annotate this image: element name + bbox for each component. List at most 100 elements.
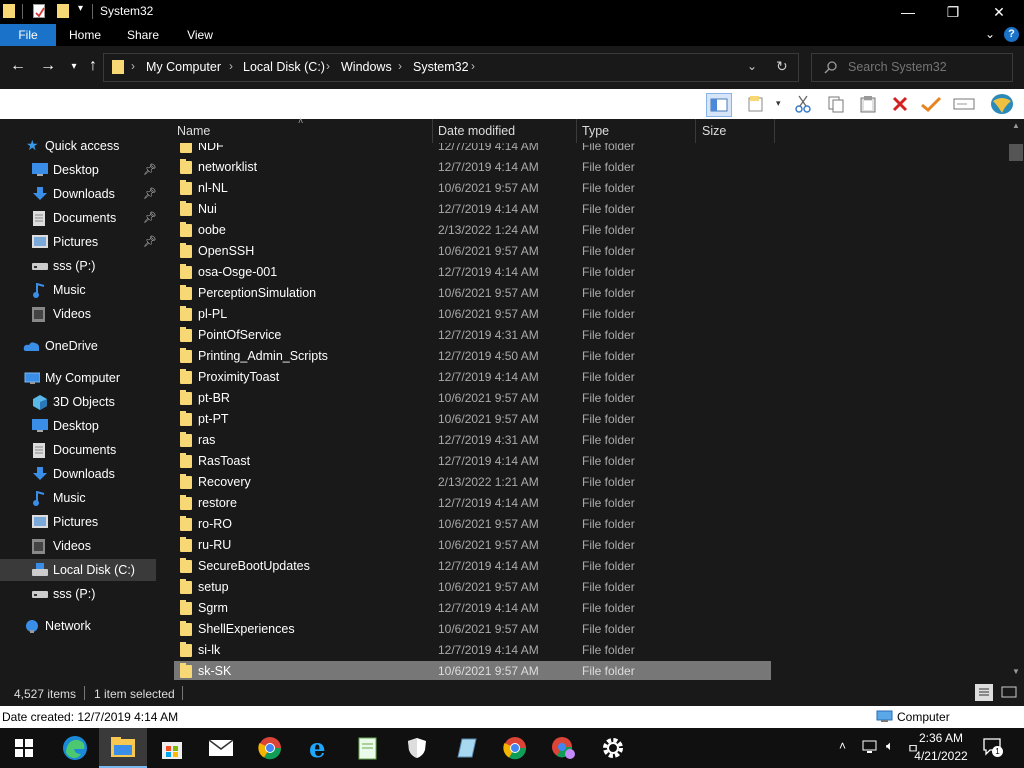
sidebar-item-pc-local-disk-c[interactable]: Local Disk (C:): [0, 559, 156, 581]
internet-explorer-icon[interactable]: e: [295, 728, 343, 768]
checkmark-icon[interactable]: [919, 93, 943, 115]
sidebar-item-pc-music[interactable]: Music: [0, 487, 156, 509]
volume-icon[interactable]: 🔈︎: [886, 738, 894, 754]
column-header-type[interactable]: Type: [582, 124, 609, 138]
table-row[interactable]: OpenSSH 10/6/2021 9:57 AM File folder: [174, 241, 771, 262]
table-row[interactable]: Sgrm 12/7/2019 4:14 AM File folder: [174, 598, 771, 619]
table-row[interactable]: ras 12/7/2019 4:31 AM File folder: [174, 430, 771, 451]
paste-icon[interactable]: [856, 93, 880, 115]
breadcrumb-local-disk[interactable]: Local Disk (C:): [243, 60, 325, 74]
file-explorer-icon[interactable]: [99, 728, 147, 768]
breadcrumb-separator-icon[interactable]: ›: [326, 59, 330, 73]
sidebar-item-pc-downloads[interactable]: Downloads: [0, 463, 156, 485]
clock-date[interactable]: 4/21/2022: [910, 749, 972, 763]
globe-icon[interactable]: [990, 93, 1014, 115]
tab-file[interactable]: File: [0, 24, 56, 46]
table-row[interactable]: sk-SK 10/6/2021 9:57 AM File folder: [174, 661, 771, 682]
tab-share[interactable]: Share: [120, 24, 166, 46]
table-row[interactable]: Printing_Admin_Scripts 12/7/2019 4:50 AM F…: [174, 346, 771, 367]
column-header-size[interactable]: Size: [702, 124, 726, 138]
sidebar-item-quick-downloads[interactable]: Downloads 📌︎: [0, 183, 157, 205]
preview-pane-icon[interactable]: [706, 93, 732, 117]
table-row[interactable]: PointOfService 12/7/2019 4:31 AM File fold…: [174, 325, 771, 346]
delete-icon[interactable]: [888, 93, 912, 115]
clock-time[interactable]: 2:36 AM: [917, 731, 965, 745]
table-row[interactable]: restore 12/7/2019 4:14 AM File folder: [174, 493, 771, 514]
chrome-icon[interactable]: [246, 728, 294, 768]
tab-view[interactable]: View: [178, 24, 222, 46]
store-icon[interactable]: [148, 728, 196, 768]
table-row[interactable]: ProximityToast 12/7/2019 4:14 AM File fold…: [174, 367, 771, 388]
table-row[interactable]: osa-Osge-001 12/7/2019 4:14 AM File folder: [174, 262, 771, 283]
cut-icon[interactable]: [791, 93, 815, 115]
sidebar-item-pc-sss-p[interactable]: sss (P:): [0, 583, 156, 605]
table-row[interactable]: setup 10/6/2021 9:57 AM File folder: [174, 577, 771, 598]
breadcrumb-my-computer[interactable]: My Computer: [146, 60, 221, 74]
forward-arrow-icon[interactable]: →: [38, 54, 58, 78]
refresh-icon[interactable]: ↻: [776, 58, 788, 75]
breadcrumb-separator-icon[interactable]: ›: [398, 59, 402, 73]
sidebar-item-pc-documents[interactable]: Documents: [0, 439, 156, 461]
show-hidden-icons-chevron-icon[interactable]: ˄: [839, 739, 846, 753]
notepad-icon[interactable]: [442, 728, 490, 768]
table-row[interactable]: Nui 12/7/2019 4:14 AM File folder: [174, 199, 771, 220]
column-divider[interactable]: [432, 119, 433, 143]
breadcrumb-separator-icon[interactable]: ›: [131, 59, 135, 73]
table-row[interactable]: si-lk 12/7/2019 4:14 AM File folder: [174, 640, 771, 661]
expand-ribbon-chevron-icon[interactable]: ⌄: [985, 27, 995, 41]
sidebar-item-pc-pictures[interactable]: Pictures: [0, 511, 156, 533]
properties-icon[interactable]: [33, 4, 45, 18]
pin-icon[interactable]: 📌︎: [143, 235, 157, 248]
table-row[interactable]: pl-PL 10/6/2021 9:57 AM File folder: [174, 304, 771, 325]
table-row[interactable]: pt-BR 10/6/2021 9:57 AM File folder: [174, 388, 771, 409]
sidebar-item-pc-videos[interactable]: Videos: [0, 535, 156, 557]
recent-locations-chevron-icon[interactable]: ▾: [64, 54, 84, 78]
pin-icon[interactable]: 📌︎: [143, 163, 157, 176]
dropdown-chevron-icon[interactable]: ▾: [776, 98, 781, 109]
search-input[interactable]: [846, 59, 1000, 75]
chrome-profile-icon[interactable]: [540, 728, 588, 768]
breadcrumb-separator-icon[interactable]: ›: [471, 59, 475, 73]
back-arrow-icon[interactable]: ←: [8, 54, 28, 78]
table-row[interactable]: PerceptionSimulation 10/6/2021 9:57 AM Fil…: [174, 283, 771, 304]
notification-center-icon[interactable]: 1: [983, 738, 1003, 757]
tab-home[interactable]: Home: [62, 24, 108, 46]
address-bar[interactable]: › My Computer › Local Disk (C:) › Window…: [103, 53, 799, 82]
table-row[interactable]: ro-RO 10/6/2021 9:57 AM File folder: [174, 514, 771, 535]
settings-gear-icon[interactable]: [589, 728, 637, 768]
search-box[interactable]: [811, 53, 1013, 82]
sidebar-item-quick-sss-p[interactable]: sss (P:): [0, 255, 156, 277]
scroll-down-icon[interactable]: ▼: [1012, 667, 1020, 676]
maximize-button[interactable]: ❐: [930, 0, 976, 24]
sidebar-item-onedrive[interactable]: OneDrive: [0, 335, 156, 357]
column-divider[interactable]: [774, 119, 775, 143]
sidebar-item-pc-3d-objects[interactable]: 3D Objects: [0, 391, 156, 413]
table-row[interactable]: Recovery 2/13/2022 1:21 AM File folder: [174, 472, 771, 493]
column-header-name[interactable]: Name: [177, 124, 210, 138]
table-row[interactable]: pt-PT 10/6/2021 9:57 AM File folder: [174, 409, 771, 430]
sidebar-item-quick-desktop[interactable]: Desktop 📌︎: [0, 159, 157, 181]
notepad-plus-icon[interactable]: [344, 728, 392, 768]
close-button[interactable]: ✕: [976, 0, 1022, 24]
large-icons-view-icon[interactable]: [1000, 684, 1018, 701]
column-divider[interactable]: [576, 119, 577, 143]
pin-icon[interactable]: 📌︎: [143, 187, 157, 200]
vertical-scrollbar[interactable]: ▲ ▼: [1008, 119, 1024, 680]
copy-icon[interactable]: [824, 93, 848, 115]
sidebar-item-my-computer[interactable]: My Computer: [0, 367, 156, 389]
properties-icon[interactable]: [744, 93, 768, 115]
table-row[interactable]: nl-NL 10/6/2021 9:57 AM File folder: [174, 178, 771, 199]
chrome-icon[interactable]: [491, 728, 539, 768]
table-row[interactable]: SecureBootUpdates 12/7/2019 4:14 AM File f…: [174, 556, 771, 577]
new-folder-icon[interactable]: [57, 4, 69, 18]
address-history-chevron-icon[interactable]: ⌄: [747, 59, 757, 73]
table-row[interactable]: ShellExperiences 10/6/2021 9:57 AM File fo…: [174, 619, 771, 640]
table-row[interactable]: networklist 12/7/2019 4:14 AM File folder: [174, 157, 771, 178]
edge-icon[interactable]: [51, 728, 99, 768]
table-row[interactable]: ru-RU 10/6/2021 9:57 AM File folder: [174, 535, 771, 556]
up-arrow-icon[interactable]: ↑: [83, 54, 103, 78]
pin-icon[interactable]: 📌︎: [143, 211, 157, 224]
mail-icon[interactable]: [197, 728, 245, 768]
sidebar-item-quick-videos[interactable]: Videos: [0, 303, 156, 325]
security-shield-icon[interactable]: [393, 728, 441, 768]
